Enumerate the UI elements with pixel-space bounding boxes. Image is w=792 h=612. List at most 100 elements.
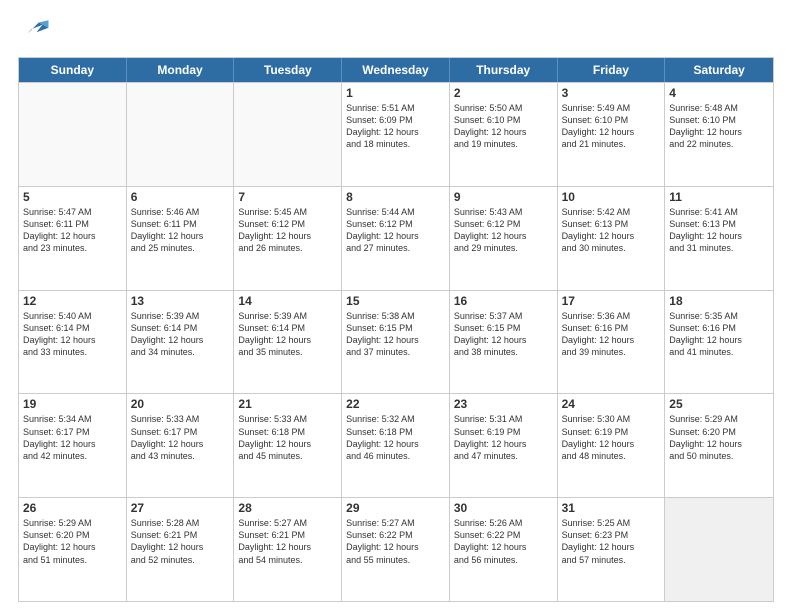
calendar-cell: 1Sunrise: 5:51 AM Sunset: 6:09 PM Daylig… xyxy=(342,83,450,186)
calendar-cell: 22 Sunrise: 5:32 AM Sunset: 6:18 PM Dayli… xyxy=(342,394,450,497)
calendar-row: 26 Sunrise: 5:29 AM Sunset: 6:20 PM Dayli… xyxy=(19,497,773,601)
day-number: 12 xyxy=(23,294,122,308)
calendar-header: SundayMondayTuesdayWednesdayThursdayFrid… xyxy=(19,58,773,82)
calendar-cell xyxy=(127,83,235,186)
day-number: 27 xyxy=(131,501,230,515)
header xyxy=(18,18,774,47)
day-number: 14 xyxy=(238,294,337,308)
day-info: Sunrise: 5:33 AM Sunset: 6:17 PM Dayligh… xyxy=(131,413,230,462)
day-info: Sunrise: 5:51 AM Sunset: 6:09 PM Dayligh… xyxy=(346,102,445,151)
day-info: Sunrise: 5:27 AM Sunset: 6:21 PM Dayligh… xyxy=(238,517,337,566)
calendar-cell: 12 Sunrise: 5:40 AM Sunset: 6:14 PM Dayli… xyxy=(19,291,127,394)
calendar-cell: 14 Sunrise: 5:39 AM Sunset: 6:14 PM Dayli… xyxy=(234,291,342,394)
day-number: 6 xyxy=(131,190,230,204)
day-info: Sunrise: 5:43 AM Sunset: 6:12 PM Dayligh… xyxy=(454,206,553,255)
day-number: 16 xyxy=(454,294,553,308)
calendar-row: 5Sunrise: 5:47 AM Sunset: 6:11 PM Daylig… xyxy=(19,186,773,290)
day-number: 28 xyxy=(238,501,337,515)
calendar-cell: 9 Sunrise: 5:43 AM Sunset: 6:12 PM Daylig… xyxy=(450,187,558,290)
day-number: 17 xyxy=(562,294,661,308)
calendar-cell: 15 Sunrise: 5:38 AM Sunset: 6:15 PM Dayli… xyxy=(342,291,450,394)
calendar-cell: 30Sunrise: 5:26 AM Sunset: 6:22 PM Dayli… xyxy=(450,498,558,601)
day-info: Sunrise: 5:44 AM Sunset: 6:12 PM Dayligh… xyxy=(346,206,445,255)
header-day: Tuesday xyxy=(234,58,342,82)
day-number: 15 xyxy=(346,294,445,308)
day-number: 19 xyxy=(23,397,122,411)
logo-icon xyxy=(20,18,50,42)
day-info: Sunrise: 5:39 AM Sunset: 6:14 PM Dayligh… xyxy=(131,310,230,359)
header-day: Thursday xyxy=(450,58,558,82)
calendar-cell: 7 Sunrise: 5:45 AM Sunset: 6:12 PM Daylig… xyxy=(234,187,342,290)
day-info: Sunrise: 5:29 AM Sunset: 6:20 PM Dayligh… xyxy=(669,413,769,462)
day-number: 20 xyxy=(131,397,230,411)
day-info: Sunrise: 5:30 AM Sunset: 6:19 PM Dayligh… xyxy=(562,413,661,462)
day-info: Sunrise: 5:40 AM Sunset: 6:14 PM Dayligh… xyxy=(23,310,122,359)
day-info: Sunrise: 5:47 AM Sunset: 6:11 PM Dayligh… xyxy=(23,206,122,255)
calendar-cell: 6 Sunrise: 5:46 AM Sunset: 6:11 PM Daylig… xyxy=(127,187,235,290)
day-info: Sunrise: 5:25 AM Sunset: 6:23 PM Dayligh… xyxy=(562,517,661,566)
day-number: 25 xyxy=(669,397,769,411)
calendar-cell: 4 Sunrise: 5:48 AM Sunset: 6:10 PM Daylig… xyxy=(665,83,773,186)
day-info: Sunrise: 5:42 AM Sunset: 6:13 PM Dayligh… xyxy=(562,206,661,255)
day-number: 7 xyxy=(238,190,337,204)
calendar-row: 19 Sunrise: 5:34 AM Sunset: 6:17 PM Dayli… xyxy=(19,393,773,497)
logo xyxy=(18,18,52,47)
calendar-cell: 26 Sunrise: 5:29 AM Sunset: 6:20 PM Dayli… xyxy=(19,498,127,601)
calendar-cell xyxy=(665,498,773,601)
calendar-cell: 3 Sunrise: 5:49 AM Sunset: 6:10 PM Daylig… xyxy=(558,83,666,186)
calendar-cell: 29 Sunrise: 5:27 AM Sunset: 6:22 PM Dayli… xyxy=(342,498,450,601)
day-number: 18 xyxy=(669,294,769,308)
day-info: Sunrise: 5:39 AM Sunset: 6:14 PM Dayligh… xyxy=(238,310,337,359)
day-number: 4 xyxy=(669,86,769,100)
calendar-cell: 17Sunrise: 5:36 AM Sunset: 6:16 PM Dayli… xyxy=(558,291,666,394)
calendar-cell: 18 Sunrise: 5:35 AM Sunset: 6:16 PM Dayli… xyxy=(665,291,773,394)
calendar-cell: 13 Sunrise: 5:39 AM Sunset: 6:14 PM Dayli… xyxy=(127,291,235,394)
day-info: Sunrise: 5:38 AM Sunset: 6:15 PM Dayligh… xyxy=(346,310,445,359)
calendar-cell xyxy=(234,83,342,186)
day-number: 13 xyxy=(131,294,230,308)
header-day: Sunday xyxy=(19,58,127,82)
day-info: Sunrise: 5:48 AM Sunset: 6:10 PM Dayligh… xyxy=(669,102,769,151)
day-number: 9 xyxy=(454,190,553,204)
day-info: Sunrise: 5:33 AM Sunset: 6:18 PM Dayligh… xyxy=(238,413,337,462)
calendar-cell: 27 Sunrise: 5:28 AM Sunset: 6:21 PM Dayli… xyxy=(127,498,235,601)
day-info: Sunrise: 5:32 AM Sunset: 6:18 PM Dayligh… xyxy=(346,413,445,462)
calendar-cell: 31 Sunrise: 5:25 AM Sunset: 6:23 PM Dayli… xyxy=(558,498,666,601)
day-number: 11 xyxy=(669,190,769,204)
day-number: 23 xyxy=(454,397,553,411)
header-day: Saturday xyxy=(665,58,773,82)
day-number: 31 xyxy=(562,501,661,515)
day-info: Sunrise: 5:29 AM Sunset: 6:20 PM Dayligh… xyxy=(23,517,122,566)
calendar-cell: 19 Sunrise: 5:34 AM Sunset: 6:17 PM Dayli… xyxy=(19,394,127,497)
calendar-cell: 20 Sunrise: 5:33 AM Sunset: 6:17 PM Dayli… xyxy=(127,394,235,497)
day-info: Sunrise: 5:49 AM Sunset: 6:10 PM Dayligh… xyxy=(562,102,661,151)
header-day: Monday xyxy=(127,58,235,82)
calendar-row: 12 Sunrise: 5:40 AM Sunset: 6:14 PM Dayli… xyxy=(19,290,773,394)
day-number: 26 xyxy=(23,501,122,515)
calendar-body: 1Sunrise: 5:51 AM Sunset: 6:09 PM Daylig… xyxy=(19,82,773,601)
calendar-cell: 16Sunrise: 5:37 AM Sunset: 6:15 PM Dayli… xyxy=(450,291,558,394)
day-number: 2 xyxy=(454,86,553,100)
calendar-cell: 24Sunrise: 5:30 AM Sunset: 6:19 PM Dayli… xyxy=(558,394,666,497)
day-number: 10 xyxy=(562,190,661,204)
day-info: Sunrise: 5:41 AM Sunset: 6:13 PM Dayligh… xyxy=(669,206,769,255)
page: SundayMondayTuesdayWednesdayThursdayFrid… xyxy=(0,0,792,612)
calendar-cell: 28 Sunrise: 5:27 AM Sunset: 6:21 PM Dayli… xyxy=(234,498,342,601)
day-info: Sunrise: 5:50 AM Sunset: 6:10 PM Dayligh… xyxy=(454,102,553,151)
day-number: 30 xyxy=(454,501,553,515)
calendar-cell: 11 Sunrise: 5:41 AM Sunset: 6:13 PM Dayli… xyxy=(665,187,773,290)
header-day: Wednesday xyxy=(342,58,450,82)
day-info: Sunrise: 5:35 AM Sunset: 6:16 PM Dayligh… xyxy=(669,310,769,359)
day-info: Sunrise: 5:28 AM Sunset: 6:21 PM Dayligh… xyxy=(131,517,230,566)
day-number: 22 xyxy=(346,397,445,411)
day-info: Sunrise: 5:46 AM Sunset: 6:11 PM Dayligh… xyxy=(131,206,230,255)
day-info: Sunrise: 5:45 AM Sunset: 6:12 PM Dayligh… xyxy=(238,206,337,255)
day-number: 29 xyxy=(346,501,445,515)
calendar-cell xyxy=(19,83,127,186)
day-info: Sunrise: 5:34 AM Sunset: 6:17 PM Dayligh… xyxy=(23,413,122,462)
day-number: 21 xyxy=(238,397,337,411)
day-info: Sunrise: 5:31 AM Sunset: 6:19 PM Dayligh… xyxy=(454,413,553,462)
calendar-cell: 8Sunrise: 5:44 AM Sunset: 6:12 PM Daylig… xyxy=(342,187,450,290)
day-info: Sunrise: 5:27 AM Sunset: 6:22 PM Dayligh… xyxy=(346,517,445,566)
day-number: 3 xyxy=(562,86,661,100)
